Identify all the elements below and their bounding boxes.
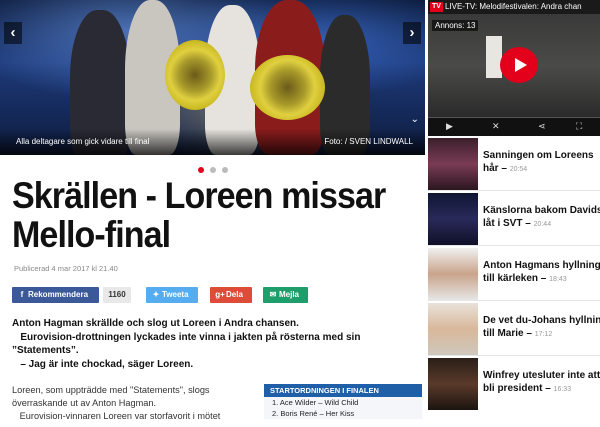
news-thumbnail <box>428 193 478 245</box>
news-list-item[interactable]: De vet du-Johans hyllning till Marie – 17… <box>428 303 600 359</box>
news-title[interactable]: Sanningen om Loreens hår – 20:54 <box>483 150 600 176</box>
facebook-recommend-button[interactable]: f Rekommendera <box>12 287 99 303</box>
divider <box>428 245 600 246</box>
news-thumbnail <box>428 248 478 300</box>
news-title[interactable]: Känslorna bakom Davids låt i SVT – 20:44 <box>483 205 600 231</box>
play-button-icon[interactable]: ▶ <box>446 121 453 132</box>
gplus-share-button[interactable]: g+Dela <box>210 287 252 303</box>
fact-box: STARTORDNINGEN I FINALEN 1. Ace Wilder –… <box>264 384 422 419</box>
email-label: Mejla <box>279 290 300 299</box>
gallery-dots <box>0 160 425 173</box>
news-title[interactable]: De vet du-Johans hyllning till Marie – 17… <box>483 315 600 341</box>
news-time: 18:43 <box>549 275 567 283</box>
published-date: Publicerad 4 mar 2017 kl 21.40 <box>14 264 118 273</box>
news-thumbnail <box>428 303 478 355</box>
mail-icon: ✉ <box>269 290 277 299</box>
divider <box>428 300 600 301</box>
facebook-count: 1160 <box>103 287 131 303</box>
lead-paragraph: – Jag är inte chockad, säger Loreen. <box>12 358 194 370</box>
gallery-dot[interactable] <box>209 167 216 173</box>
play-icon[interactable] <box>500 47 538 83</box>
news-time: 20:54 <box>509 165 528 173</box>
news-thumbnail <box>428 358 478 410</box>
news-title[interactable]: Anton Hagmans hyllning till kärleken – 18… <box>483 260 600 286</box>
article-headline: Skrällen - Loreen missar Mello-final <box>12 175 386 255</box>
news-list-item[interactable]: Känslorna bakom Davids låt i SVT – 20:44 <box>428 193 600 249</box>
flower-bouquet <box>165 40 225 110</box>
email-share-button[interactable]: ✉ Mejla <box>263 287 308 303</box>
gplus-label: Dela <box>226 290 243 299</box>
lead-paragraph: Eurovision-drottningen lyckades inte vin… <box>12 331 364 357</box>
news-title[interactable]: Winfrey utesluter inte att bli president … <box>483 370 600 396</box>
fact-box-item: 2. Boris René – Her Kiss <box>272 409 355 418</box>
previous-image-button[interactable]: ‹ <box>4 22 22 44</box>
photo-credit: Foto: / SVEN LINDWALL <box>324 137 413 146</box>
share-icon[interactable]: ⋖ <box>538 121 546 132</box>
gallery-dot[interactable] <box>197 167 204 173</box>
video-scene-door <box>486 36 502 78</box>
sidebar: TV LIVE-TV: Melodifestivalen: Andra chan … <box>428 0 600 427</box>
tweet-label: Tweeta <box>162 290 189 299</box>
ad-countdown: Annons: 13 <box>432 20 479 31</box>
news-list-item[interactable]: Anton Hagmans hyllning till kärleken – 18… <box>428 248 600 304</box>
hero-image[interactable]: Alla deltagare som gick vidare till fina… <box>0 0 425 155</box>
photo-caption: Alla deltagare som gick vidare till fina… <box>16 137 150 146</box>
expand-caption-icon[interactable]: ⌄ <box>411 114 419 125</box>
fact-box-item: 1. Ace Wilder – Wild Child <box>272 398 359 407</box>
lead-paragraph: Anton Hagman skrällde och slog ut Loreen… <box>12 318 299 329</box>
news-list-item[interactable]: Winfrey utesluter inte att bli president … <box>428 358 600 414</box>
twitter-icon: ✦ <box>152 290 160 299</box>
news-time: 17:12 <box>534 330 553 338</box>
body-paragraph: Eurovision-vinnaren Loreen var storfavor… <box>12 411 221 421</box>
video-player[interactable]: TV LIVE-TV: Melodifestivalen: Andra chan … <box>428 0 600 136</box>
news-list-item[interactable]: Sanningen om Loreens hår – 20:54 <box>428 138 600 194</box>
gplus-icon: g+ <box>215 290 225 299</box>
article-body: Loreen, som uppträdde med "Statements", … <box>12 384 252 423</box>
facebook-label: Rekommendera <box>28 290 89 299</box>
video-title[interactable]: LIVE-TV: Melodifestivalen: Andra chan <box>445 2 582 11</box>
divider <box>428 355 600 356</box>
news-time: 16:33 <box>553 385 572 393</box>
fullscreen-icon[interactable]: ⛶ <box>576 121 582 132</box>
tv-badge: TV <box>430 1 443 12</box>
fact-box-heading: STARTORDNINGEN I FINALEN <box>264 384 422 397</box>
mute-icon[interactable]: ✕ <box>492 121 500 132</box>
tweet-button[interactable]: ✦ Tweeta <box>146 287 198 303</box>
news-time: 20:44 <box>533 220 552 228</box>
facebook-icon: f <box>20 290 24 299</box>
video-title-bar: TV LIVE-TV: Melodifestivalen: Andra chan <box>428 0 600 14</box>
video-controls: ▶ ✕ ⋖ ⛶ <box>428 118 600 136</box>
article-lead: Anton Hagman skrällde och slog ut Loreen… <box>12 317 417 371</box>
next-image-button[interactable]: › <box>403 22 421 44</box>
body-paragraph: Loreen, som uppträdde med "Statements", … <box>12 385 210 408</box>
article-column: Alla deltagare som gick vidare till fina… <box>0 0 425 427</box>
divider <box>428 190 600 191</box>
flower-bouquet <box>250 55 325 120</box>
news-thumbnail <box>428 138 478 190</box>
gallery-dot[interactable] <box>221 167 228 173</box>
